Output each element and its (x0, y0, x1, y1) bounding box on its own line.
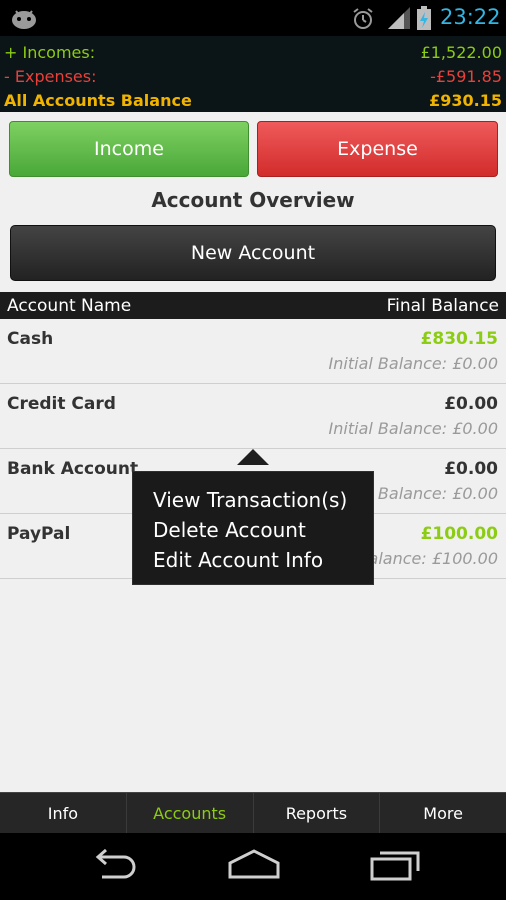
context-menu-arrow (237, 449, 269, 465)
expense-button[interactable]: Expense (257, 121, 498, 177)
expenses-value: -£591.85 (430, 66, 502, 86)
account-name: PayPal (7, 524, 71, 544)
page-title: Account Overview (151, 188, 355, 212)
balance-label: All Accounts Balance (4, 90, 192, 110)
account-name: Credit Card (7, 394, 116, 414)
initial-balance: Initial Balance: £0.00 (328, 354, 498, 373)
account-row[interactable]: Cash £830.15 Initial Balance: £0.00 (0, 319, 506, 384)
final-balance: £0.00 (444, 394, 498, 414)
column-account-name: Account Name (7, 295, 132, 316)
signal-icon (388, 7, 410, 33)
clock: 23:22 (440, 5, 501, 29)
tab-reports[interactable]: Reports (254, 793, 381, 833)
incomes-row: + Incomes: £1,522.00 (4, 40, 502, 64)
initial-balance: Initial Balance: £0.00 (328, 419, 498, 438)
expenses-row: - Expenses: -£591.85 (4, 64, 502, 88)
balance-row: All Accounts Balance £930.15 (4, 88, 502, 112)
table-header: Account Name Final Balance (0, 292, 506, 319)
menu-item-view-transactions[interactable]: View Transaction(s) (153, 485, 373, 515)
column-final-balance: Final Balance (386, 295, 499, 316)
bottom-tab-bar: Info Accounts Reports More (0, 792, 506, 833)
alarm-icon (351, 7, 375, 35)
tab-accounts[interactable]: Accounts (127, 793, 254, 833)
android-icon (10, 7, 38, 33)
final-balance: £0.00 (444, 459, 498, 479)
battery-icon (417, 6, 431, 34)
account-name: Cash (7, 329, 54, 349)
new-account-button[interactable]: New Account (10, 225, 496, 281)
back-icon[interactable] (88, 847, 138, 887)
final-balance: £830.15 (420, 329, 498, 349)
final-balance: £100.00 (420, 524, 498, 544)
menu-item-delete-account[interactable]: Delete Account (153, 515, 373, 545)
system-nav-bar (0, 833, 506, 900)
home-icon[interactable] (226, 847, 282, 887)
account-name: Bank Account (7, 459, 139, 479)
status-bar: 23:22 (0, 0, 506, 36)
tab-more[interactable]: More (380, 793, 506, 833)
balance-value: £930.15 (429, 90, 502, 110)
context-menu: View Transaction(s) Delete Account Edit … (132, 471, 374, 585)
summary-panel: + Incomes: £1,522.00 - Expenses: -£591.8… (0, 36, 506, 112)
incomes-value: £1,522.00 (420, 42, 502, 62)
expenses-label: - Expenses: (4, 66, 97, 86)
account-row[interactable]: Credit Card £0.00 Initial Balance: £0.00 (0, 384, 506, 449)
income-button[interactable]: Income (9, 121, 249, 177)
tab-info[interactable]: Info (0, 793, 127, 833)
incomes-label: + Incomes: (4, 42, 96, 62)
recent-apps-icon[interactable] (370, 847, 422, 887)
menu-item-edit-account-info[interactable]: Edit Account Info (153, 545, 373, 575)
